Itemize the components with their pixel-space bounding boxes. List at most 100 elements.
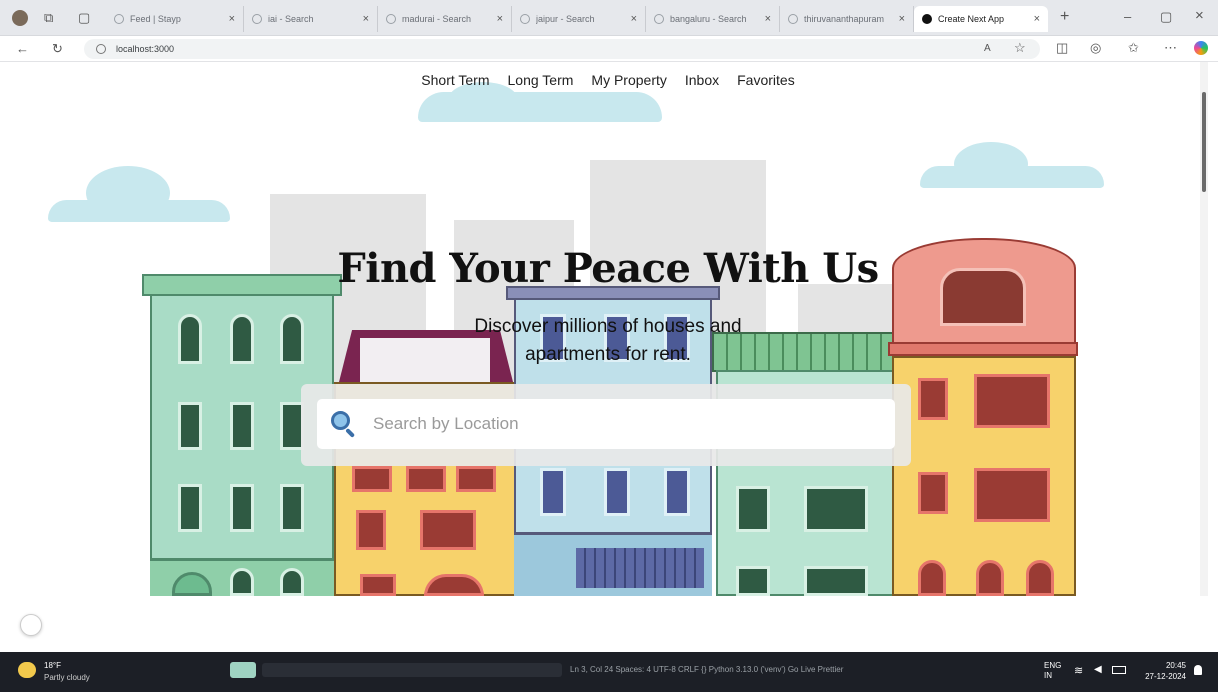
editor-status-text: Ln 3, Col 24 Spaces: 4 UTF-8 CRLF {} Pyt…: [570, 665, 844, 674]
tab-label: Create Next App: [938, 14, 1005, 24]
tab-favicon: [788, 14, 798, 24]
cloud: [954, 142, 1028, 186]
url-text: localhost:3000: [116, 44, 175, 54]
tab-4[interactable]: jaipur - Search ×: [512, 6, 646, 32]
notification-icon[interactable]: [1194, 665, 1202, 675]
close-tab-icon[interactable]: ×: [899, 13, 905, 25]
building-window: [420, 510, 476, 550]
nav-favorites[interactable]: Favorites: [737, 72, 795, 88]
clock-date: 27-12-2024: [1145, 672, 1186, 681]
tab-6[interactable]: thiruvananthapuram ×: [780, 6, 914, 32]
close-tab-icon[interactable]: ×: [765, 13, 771, 25]
building-window: [804, 486, 868, 532]
search-box[interactable]: [317, 399, 895, 449]
minimize-icon[interactable]: –: [1124, 10, 1131, 24]
cloud: [86, 166, 170, 220]
tab-favicon: [386, 14, 396, 24]
search-panel: [301, 384, 911, 466]
nav-inbox[interactable]: Inbox: [685, 72, 719, 88]
tab-label: Feed | Stayp: [130, 14, 181, 24]
weather-desc: Partly cloudy: [44, 673, 90, 682]
url-field[interactable]: localhost:3000: [84, 39, 1040, 59]
close-tab-icon[interactable]: ×: [1034, 13, 1040, 25]
maximize-icon[interactable]: ▢: [1160, 10, 1172, 24]
more-options-icon[interactable]: ⋯: [1164, 41, 1177, 55]
battery-icon[interactable]: [1112, 666, 1126, 674]
tab-favicon: [114, 14, 124, 24]
building-window: [424, 574, 484, 596]
read-aloud-icon[interactable]: A: [984, 42, 991, 56]
region-code: IN: [1044, 671, 1052, 680]
nextjs-icon: [922, 14, 932, 24]
tab-2[interactable]: iai - Search ×: [244, 6, 378, 32]
workspaces-icon[interactable]: ⧉: [44, 11, 53, 25]
extensions-icon[interactable]: ◎: [1090, 41, 1101, 55]
os-taskbar: 18°F Partly cloudy Ln 3, Col 24 Spaces: …: [0, 652, 1218, 692]
building-window: [918, 378, 948, 420]
hero-subtitle: Discover millions of houses and apartmen…: [408, 313, 808, 369]
close-window-icon[interactable]: ×: [1195, 8, 1204, 23]
tab-3[interactable]: madurai - Search ×: [378, 6, 512, 32]
search-input[interactable]: [373, 414, 853, 434]
close-tab-icon[interactable]: ×: [631, 13, 637, 25]
shutter: [576, 548, 704, 588]
close-tab-icon[interactable]: ×: [363, 13, 369, 25]
copilot-icon[interactable]: [1194, 41, 1208, 55]
tab-favicon: [520, 14, 530, 24]
site-info-icon[interactable]: [96, 44, 106, 54]
building-window: [360, 574, 396, 596]
building-window: [178, 484, 202, 532]
tab-label: jaipur - Search: [536, 14, 595, 24]
tab-5[interactable]: bangaluru - Search ×: [646, 6, 780, 32]
tab-label: bangaluru - Search: [670, 14, 747, 24]
building-window: [230, 314, 254, 364]
clock[interactable]: 20:45 27-12-2024: [1136, 660, 1186, 682]
building-window: [804, 566, 868, 596]
tab-active[interactable]: Create Next App ×: [914, 6, 1048, 32]
nav-short-term[interactable]: Short Term: [421, 72, 489, 88]
reload-icon[interactable]: ↻: [52, 42, 63, 56]
building-window: [974, 374, 1050, 428]
building-window: [178, 402, 202, 450]
dev-tools-badge[interactable]: [20, 614, 42, 636]
building-window: [1026, 560, 1054, 596]
language-indicator[interactable]: ENG IN: [1044, 661, 1061, 681]
favorite-star-icon[interactable]: ☆: [1014, 41, 1026, 55]
collections-icon[interactable]: ✩: [1128, 41, 1139, 55]
tab-1[interactable]: Feed | Stayp ×: [106, 6, 244, 32]
taskbar-app-strip: [262, 663, 562, 677]
building-window: [918, 560, 946, 596]
profile-avatar[interactable]: [12, 10, 28, 26]
search-taskbar-button[interactable]: [230, 662, 256, 678]
building-window: [540, 468, 566, 516]
house-coral-band: [888, 342, 1078, 356]
tab-label: thiruvananthapuram: [804, 14, 885, 24]
tab-label: madurai - Search: [402, 14, 472, 24]
building-window: [230, 484, 254, 532]
volume-icon[interactable]: ◀: [1094, 664, 1102, 675]
tab-actions-icon[interactable]: ▢: [78, 11, 90, 25]
scrollbar-thumb[interactable]: [1202, 92, 1206, 192]
new-tab-icon[interactable]: +: [1060, 9, 1069, 25]
building-window: [974, 468, 1050, 522]
building-window: [456, 466, 496, 492]
building-window: [736, 566, 770, 596]
building-window: [280, 484, 304, 532]
clock-time: 20:45: [1165, 661, 1186, 670]
wifi-icon[interactable]: ≋: [1074, 664, 1083, 677]
split-screen-icon[interactable]: ◫: [1056, 41, 1068, 55]
building-window: [230, 568, 254, 596]
building-window: [664, 468, 690, 516]
address-bar-row: ← ↻ localhost:3000 A ☆ ◫ ◎ ✩ ⋯: [0, 36, 1218, 62]
building-window: [356, 510, 386, 550]
close-tab-icon[interactable]: ×: [497, 13, 503, 25]
weather-icon[interactable]: [18, 662, 36, 678]
nav-my-property[interactable]: My Property: [591, 72, 666, 88]
back-icon[interactable]: ←: [16, 42, 29, 56]
nav-long-term[interactable]: Long Term: [508, 72, 574, 88]
building-window: [976, 560, 1004, 596]
building-window: [406, 466, 446, 492]
close-tab-icon[interactable]: ×: [229, 13, 235, 25]
page-footer-gap: [8, 596, 1208, 652]
building-window: [604, 468, 630, 516]
